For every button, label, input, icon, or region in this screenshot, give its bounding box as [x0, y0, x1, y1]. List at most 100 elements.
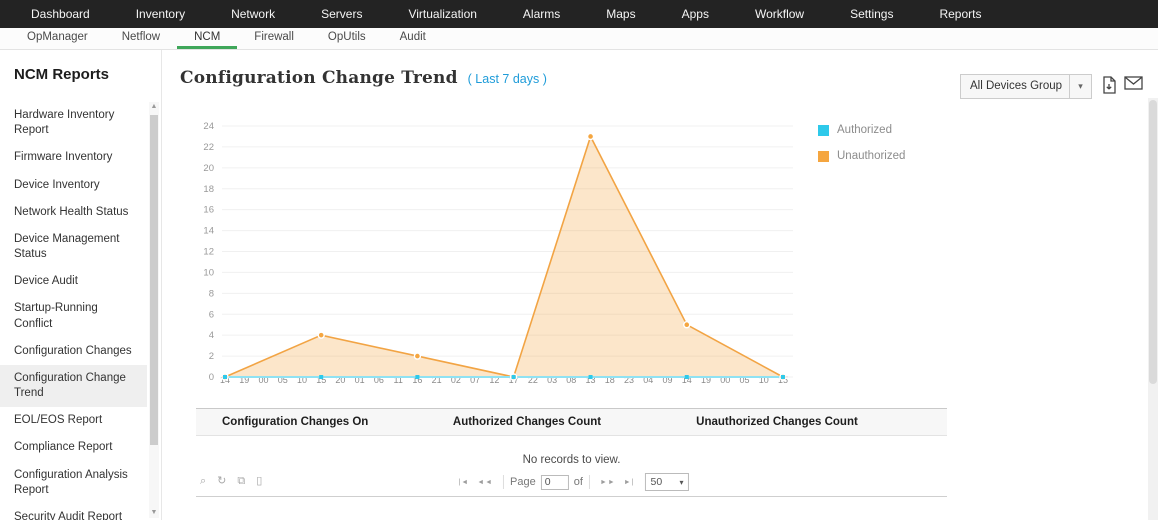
topnav-item-apps[interactable]: Apps: [659, 7, 732, 21]
y-axis-tick: 14: [203, 226, 214, 237]
trend-chart[interactable]: 0246810121416182022241419000510152001061…: [182, 110, 822, 400]
topnav-item-network[interactable]: Network: [208, 7, 298, 21]
pdf-export-icon[interactable]: [1102, 76, 1117, 97]
reports-sidebar: NCM Reports Hardware Inventory Report Fir…: [0, 50, 162, 520]
data-point-authorized[interactable]: [223, 375, 227, 379]
y-axis-tick: 24: [203, 121, 214, 132]
chart-canvas[interactable]: 0246810121416182022241419000510152001061…: [182, 110, 822, 400]
table-toolbar: ⌕ ↻ ⧉ ▯: [200, 475, 262, 488]
next-page-button[interactable]: ►►: [596, 479, 620, 486]
legend-label-authorized: Authorized: [837, 124, 892, 136]
page-title: Configuration Change Trend: [180, 68, 458, 88]
sidebar-item-configuration-analysis-report[interactable]: Configuration Analysis Report: [0, 462, 147, 504]
data-point-authorized[interactable]: [511, 375, 516, 379]
ncm-report-page: Dashboard Inventory Network Servers Virtuali…: [0, 0, 1158, 520]
sidebar-item-device-audit[interactable]: Device Audit: [0, 268, 147, 295]
tab-oputils[interactable]: OpUtils: [311, 28, 383, 49]
scroll-up-icon[interactable]: ▲: [149, 102, 159, 112]
export-icon[interactable]: ⧉: [237, 475, 245, 488]
tab-firewall[interactable]: Firewall: [237, 28, 311, 49]
legend-label-unauthorized: Unauthorized: [837, 150, 906, 162]
sidebar-item-startup-running-conflict[interactable]: Startup-Running Conflict: [0, 295, 147, 337]
report-list: Hardware Inventory Report Firmware Invent…: [0, 102, 147, 520]
topnav-item-reports[interactable]: Reports: [916, 7, 1004, 21]
search-icon[interactable]: ⌕: [200, 475, 206, 488]
legend-item-authorized[interactable]: Authorized: [818, 124, 905, 136]
data-point-unauthorized[interactable]: [586, 132, 595, 141]
y-axis-tick: 18: [203, 184, 214, 195]
legend-swatch-unauthorized: [818, 150, 829, 162]
topnav-item-workflow[interactable]: Workflow: [732, 7, 827, 21]
sidebar-item-security-audit-report[interactable]: Security Audit Report: [0, 504, 147, 520]
data-point-authorized[interactable]: [780, 375, 785, 379]
divider: [503, 475, 505, 489]
data-point-authorized[interactable]: [319, 375, 324, 379]
y-axis-tick: 10: [203, 267, 214, 278]
legend-item-unauthorized[interactable]: Unauthorized: [818, 150, 905, 162]
sidebar-item-device-inventory[interactable]: Device Inventory: [0, 172, 147, 199]
sidebar-scrollbar-thumb[interactable]: [150, 115, 158, 445]
sidebar-item-firmware-inventory[interactable]: Firmware Inventory: [0, 144, 147, 171]
scroll-down-icon[interactable]: ▼: [149, 508, 159, 518]
sidebar-scrollbar[interactable]: ▲ ▼: [149, 102, 159, 518]
refresh-icon[interactable]: ↻: [217, 475, 226, 488]
data-point-unauthorized[interactable]: [413, 352, 422, 360]
chevron-down-icon: ▾: [679, 477, 684, 487]
sidebar-title: NCM Reports: [14, 66, 110, 83]
topnav-item-settings[interactable]: Settings: [827, 7, 916, 21]
data-point-authorized[interactable]: [588, 375, 593, 379]
sidebar-item-eol-eos-report[interactable]: EOL/EOS Report: [0, 407, 147, 434]
topnav-item-virtualization[interactable]: Virtualization: [385, 7, 499, 21]
tab-ncm[interactable]: NCM: [177, 28, 238, 49]
tab-opmanager[interactable]: OpManager: [10, 28, 105, 49]
data-point-unauthorized[interactable]: [317, 331, 325, 339]
sidebar-item-configuration-changes[interactable]: Configuration Changes: [0, 338, 147, 365]
window-scrollbar[interactable]: [1148, 98, 1158, 520]
column-header-authorized-changes-count: Authorized Changes Count: [452, 416, 602, 428]
table-header-row: Configuration Changes On Authorized Chang…: [196, 409, 947, 436]
tab-netflow[interactable]: Netflow: [105, 28, 177, 49]
sidebar-item-configuration-change-trend[interactable]: Configuration Change Trend: [0, 364, 147, 408]
chevron-down-icon: ▾: [1069, 75, 1091, 98]
top-navigation: Dashboard Inventory Network Servers Virtuali…: [0, 0, 1158, 28]
column-header-configuration-changes-on: Configuration Changes On: [222, 416, 369, 428]
y-axis-tick: 6: [209, 309, 214, 320]
first-page-button[interactable]: |◄: [454, 479, 473, 486]
table-pagination: ⌕ ↻ ⧉ ▯ |◄ ◄◄ Page of ►► ►| 50 ▾: [196, 470, 947, 497]
pager-controls: |◄ ◄◄ Page of ►► ►| 50 ▾: [454, 473, 689, 491]
device-group-select[interactable]: All Devices Group ▾: [960, 74, 1092, 99]
y-axis-tick: 4: [209, 330, 214, 341]
topnav-item-servers[interactable]: Servers: [298, 7, 385, 21]
y-axis-tick: 12: [203, 247, 214, 258]
legend-swatch-authorized: [818, 124, 829, 136]
topnav-item-inventory[interactable]: Inventory: [113, 7, 208, 21]
prev-page-button[interactable]: ◄◄: [473, 479, 497, 486]
page-size-value: 50: [650, 476, 663, 488]
column-header-unauthorized-changes-count: Unauthorized Changes Count: [696, 416, 858, 428]
page-size-select[interactable]: 50 ▾: [644, 473, 689, 491]
topnav-item-alarms[interactable]: Alarms: [500, 7, 583, 21]
report-header: Configuration Change Trend ( Last 7 days…: [180, 68, 547, 88]
data-point-authorized[interactable]: [415, 375, 420, 379]
changes-table: Configuration Changes On Authorized Chang…: [196, 408, 947, 476]
sidebar-item-compliance-report[interactable]: Compliance Report: [0, 434, 147, 461]
page-number-input[interactable]: [540, 474, 569, 490]
y-axis-tick: 20: [203, 163, 214, 174]
document-icon[interactable]: ▯: [256, 475, 262, 488]
topnav-item-maps[interactable]: Maps: [583, 7, 658, 21]
of-label: of: [573, 476, 583, 488]
last-page-button[interactable]: ►|: [620, 479, 639, 486]
sidebar-item-network-health-status[interactable]: Network Health Status: [0, 199, 147, 226]
y-axis-tick: 16: [203, 205, 214, 216]
device-group-value: All Devices Group: [970, 80, 1063, 92]
window-scrollbar-thumb[interactable]: [1149, 100, 1157, 384]
topnav-item-dashboard[interactable]: Dashboard: [8, 7, 113, 21]
data-point-authorized[interactable]: [684, 375, 689, 379]
sidebar-item-device-management-status[interactable]: Device Management Status: [0, 226, 147, 268]
y-axis-tick: 22: [203, 142, 214, 153]
data-point-unauthorized[interactable]: [683, 321, 691, 329]
tab-audit[interactable]: Audit: [383, 28, 443, 49]
email-icon[interactable]: [1124, 76, 1143, 93]
sidebar-item-hardware-inventory-report[interactable]: Hardware Inventory Report: [0, 102, 147, 144]
divider: [588, 475, 590, 489]
